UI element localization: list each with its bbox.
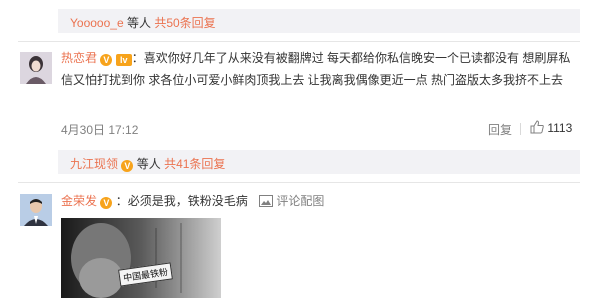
comment-body: 金荣发 V ：必须是我，铁粉没毛病 评论配图 [61, 190, 324, 214]
reply-user-link[interactable]: 九江现领 [70, 157, 118, 171]
reply-count-link[interactable]: 共41条回复 [164, 157, 225, 171]
reply-summary[interactable]: Yooooo_e 等人 共50条回复 [70, 14, 216, 31]
picture-icon [259, 192, 274, 214]
v-badge-icon: V [121, 160, 134, 172]
comment-picture-link[interactable]: 评论配图 [259, 194, 324, 208]
reply-count-link[interactable]: 共50条回复 [154, 16, 215, 30]
comment-username[interactable]: 热恋君 [61, 51, 97, 65]
reply-summary-bar: Yooooo_e 等人 共50条回复 [58, 9, 580, 33]
divider [18, 182, 580, 183]
comment-date: 4月30日 17:12 [61, 123, 139, 137]
reply-summary-bar: 九江现领 V 等人 共41条回复 [58, 150, 580, 174]
v-badge-icon: V [100, 54, 113, 66]
like-button[interactable]: 1113 [530, 120, 572, 137]
comment-text: ：必须是我，铁粉没毛病 [115, 194, 248, 208]
divider [18, 41, 580, 42]
reply-summary[interactable]: 九江现领 V 等人 共41条回复 [70, 155, 225, 172]
reply-user-link[interactable]: Yooooo_e [70, 16, 124, 30]
comment-picture-label: 评论配图 [276, 194, 325, 208]
comment-body: 热恋君 V lv ：喜欢你好几年了从来没有被翻牌过 每天都给你私信晚安一个已读都没… [61, 47, 581, 91]
comment-image[interactable]: 中国最铁粉 [61, 218, 221, 298]
comment-text: ：喜欢你好几年了从来没有被翻牌过 每天都给你私信晚安一个已读都没有 想刷屏私信又… [61, 51, 571, 87]
comment-username[interactable]: 金荣发 [61, 194, 97, 208]
thumbs-up-icon [530, 120, 544, 137]
v-badge-icon: V [100, 197, 113, 209]
avatar[interactable] [20, 52, 52, 84]
reply-button[interactable]: 回复 [488, 121, 512, 138]
avatar[interactable] [20, 194, 52, 226]
reply-waiting-text: 等人 [136, 157, 161, 171]
reply-waiting-text: 等人 [126, 16, 151, 30]
vertical-divider [520, 123, 521, 135]
like-count: 1113 [547, 121, 573, 135]
level-badge-icon: lv [115, 54, 132, 66]
